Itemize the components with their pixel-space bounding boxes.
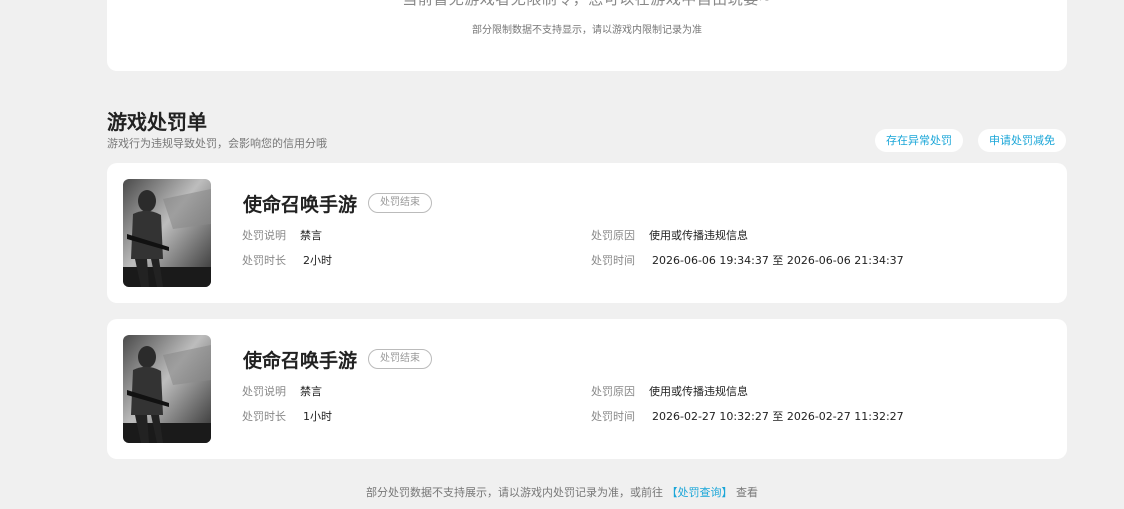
footer-suffix: 查看 — [736, 486, 758, 499]
description-label: 处罚说明 — [242, 385, 286, 398]
abnormal-penalty-button[interactable]: 存在异常处罚 — [875, 129, 963, 152]
duration-label: 处罚时长 — [242, 410, 286, 423]
description-label: 处罚说明 — [242, 229, 286, 242]
game-thumbnail — [123, 335, 211, 443]
penalty-query-link[interactable]: 【处罚查询】 — [667, 486, 733, 499]
restriction-status-text: 当前暂无游戏者无限制令，您可以在游戏中自由玩耍~ — [107, 0, 1067, 9]
time-label: 处罚时间 — [591, 410, 635, 423]
time-value: 2026-06-06 19:34:37 至 2026-06-06 21:34:3… — [652, 254, 904, 267]
game-name: 使命召唤手游 — [243, 350, 358, 372]
reason-label: 处罚原因 — [591, 229, 635, 242]
restriction-note: 部分限制数据不支持显示，请以游戏内限制记录为准 — [472, 25, 702, 36]
section-title: 游戏处罚单 — [107, 110, 207, 134]
penalty-record: 使命召唤手游 处罚结束 处罚说明 禁言 处罚时长 2小时 处罚原因 使用或传播违… — [107, 163, 1067, 303]
duration-value: 2小时 — [303, 254, 332, 267]
footer-text: 部分处罚数据不支持展示，请以游戏内处罚记录为准，或前往 — [366, 486, 663, 499]
status-badge: 处罚结束 — [368, 193, 432, 213]
reason-value: 使用或传播违规信息 — [649, 229, 748, 242]
time-value: 2026-02-27 10:32:27 至 2026-02-27 11:32:2… — [652, 410, 904, 423]
reason-value: 使用或传播违规信息 — [649, 385, 748, 398]
time-label: 处罚时间 — [591, 254, 635, 267]
footer-note: 部分处罚数据不支持展示，请以游戏内处罚记录为准，或前往 【处罚查询】 查看 — [0, 484, 1124, 500]
restriction-card: 当前暂无游戏者无限制令，您可以在游戏中自由玩耍~ 部分限制数据不支持显示，请以游… — [107, 0, 1067, 71]
game-thumbnail — [123, 179, 211, 287]
status-badge: 处罚结束 — [368, 349, 432, 369]
section-subtitle: 游戏行为违规导致处罚，会影响您的信用分哦 — [107, 137, 327, 150]
game-name: 使命召唤手游 — [243, 194, 358, 216]
duration-value: 1小时 — [303, 410, 332, 423]
description-value: 禁言 — [300, 229, 322, 242]
duration-label: 处罚时长 — [242, 254, 286, 267]
apply-reduction-button[interactable]: 申请处罚减免 — [978, 129, 1066, 152]
reason-label: 处罚原因 — [591, 385, 635, 398]
description-value: 禁言 — [300, 385, 322, 398]
penalty-record: 使命召唤手游 处罚结束 处罚说明 禁言 处罚时长 1小时 处罚原因 使用或传播违… — [107, 319, 1067, 459]
